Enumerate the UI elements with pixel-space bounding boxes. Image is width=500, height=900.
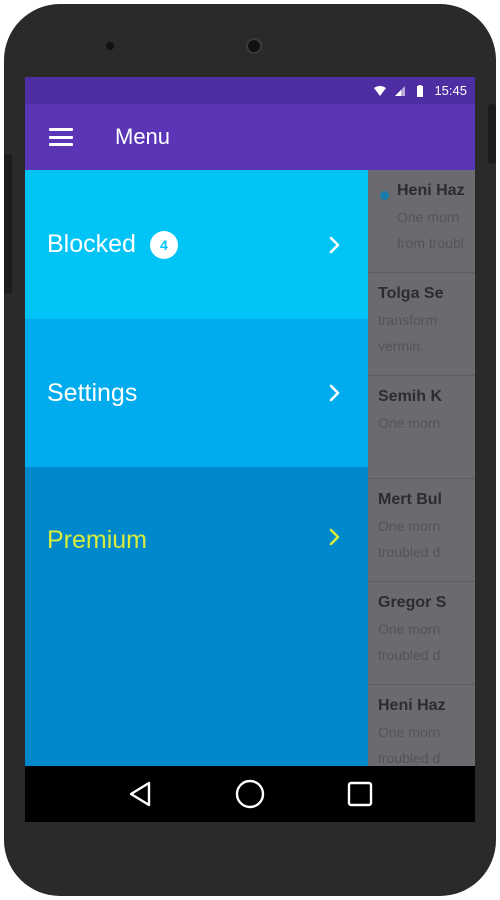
list-item[interactable]: Mert Bul One morn troubled d — [368, 479, 475, 582]
hamburger-menu-icon[interactable] — [49, 128, 73, 146]
message-preview: One morn — [397, 209, 460, 225]
home-icon[interactable] — [232, 776, 268, 812]
chevron-right-icon — [329, 236, 340, 253]
contact-name: Heni Haz — [378, 697, 446, 714]
status-time: 15:45 — [434, 83, 467, 98]
volume-button — [4, 154, 12, 294]
back-icon[interactable] — [122, 776, 158, 812]
battery-icon — [417, 84, 424, 97]
status-bar: 15:45 — [25, 77, 475, 104]
list-item[interactable]: Semih K One morn — [368, 376, 475, 479]
chevron-right-icon — [329, 528, 340, 546]
drawer-item-label: Blocked — [47, 230, 136, 258]
chevron-right-icon — [329, 384, 340, 402]
wifi-icon — [374, 85, 387, 96]
app-bar: Menu — [25, 104, 475, 170]
message-preview: One morn — [378, 518, 441, 534]
count-badge: 4 — [149, 230, 178, 259]
drawer-item-premium[interactable]: Premium — [25, 467, 368, 767]
message-preview: One morn — [378, 724, 441, 740]
drawer-item-label: Settings — [47, 378, 138, 407]
contact-name: Mert Bul — [378, 491, 442, 508]
list-item[interactable]: Heni Haz One morn from troubl — [368, 170, 475, 273]
speaker-dot — [106, 42, 114, 50]
contact-name: Heni Haz — [397, 182, 465, 199]
contact-name: Tolga Se — [378, 285, 444, 302]
message-preview: One morn — [378, 415, 441, 431]
front-camera — [246, 38, 262, 54]
message-preview: troubled d — [378, 647, 441, 663]
conversation-list: Heni Haz One morn from troubl Tolga Se t… — [368, 170, 475, 788]
power-button — [488, 104, 496, 164]
list-item[interactable]: Tolga Se transform vermin. — [368, 273, 475, 376]
drawer-item-label: Premium — [47, 526, 148, 554]
message-preview: transform — [378, 312, 438, 328]
contact-name: Gregor S — [378, 594, 447, 611]
message-preview: troubled d — [378, 544, 441, 560]
drawer-item-settings[interactable]: Settings — [25, 319, 368, 467]
message-preview: from troubl — [397, 235, 464, 251]
screen: 15:45 Menu Heni Haz One morn from troubl… — [25, 77, 475, 822]
list-item[interactable]: Gregor S One morn troubled d — [368, 582, 475, 685]
unread-indicator — [380, 191, 389, 200]
system-nav-bar — [25, 766, 475, 822]
drawer-item-blocked[interactable]: Blocked 4 — [25, 170, 368, 319]
navigation-drawer: Blocked 4 Settings Premium — [25, 170, 368, 767]
signal-icon — [395, 85, 406, 96]
app-bar-title: Menu — [115, 124, 171, 149]
message-preview: vermin. — [378, 338, 424, 354]
recents-icon[interactable] — [342, 776, 378, 812]
contact-name: Semih K — [378, 388, 443, 405]
message-preview: One morn — [378, 621, 441, 637]
